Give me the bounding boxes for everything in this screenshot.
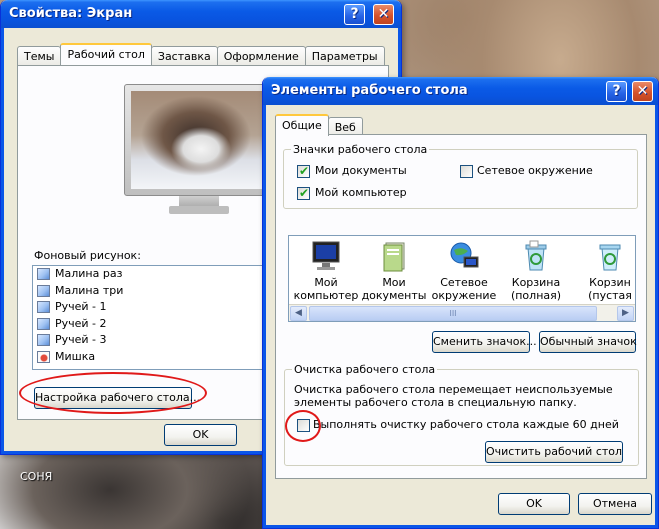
desktop-icon-label[interactable]: СОНЯ [20, 470, 52, 483]
change-icon-button[interactable]: Сменить значок... [432, 331, 537, 353]
clean-desktop-button[interactable]: Очистить рабочий стол [485, 441, 623, 463]
strip-item-my-computer[interactable]: Мой компьютер [291, 240, 361, 302]
ok-button[interactable]: OK [164, 424, 237, 446]
tab-general[interactable]: Общие [275, 114, 329, 136]
window-title: Элементы рабочего стола [271, 83, 468, 98]
desktop-items-titlebar[interactable]: Элементы рабочего стола ? ✕ [263, 77, 658, 105]
list-item[interactable]: Ручей - 1 [33, 299, 264, 316]
group-legend: Очистка рабочего стола [292, 363, 438, 376]
icon-strip[interactable]: Мой компьютер Мои документы Сетевое окру… [288, 235, 636, 322]
monitor-preview [124, 84, 274, 214]
my-documents-label: Мои документы [315, 164, 407, 177]
close-button[interactable]: ✕ [632, 81, 653, 102]
display-properties-titlebar[interactable]: Свойства: Экран ? ✕ [1, 0, 401, 28]
monitor-icon [310, 240, 342, 272]
strip-item-recycle-empty[interactable]: Корзин (пустая [575, 240, 635, 302]
recycle-bin-full-icon [520, 240, 552, 272]
window-title: Свойства: Экран [9, 6, 133, 21]
list-item[interactable]: Малина три [33, 283, 264, 300]
tab-settings[interactable]: Параметры [304, 46, 385, 65]
folder-icon [378, 240, 410, 272]
help-button[interactable]: ? [344, 4, 365, 25]
wallpaper-preview [131, 91, 267, 189]
cancel-button[interactable]: Отмена [578, 493, 652, 515]
horizontal-scrollbar[interactable]: ◀ III ▶ [289, 304, 635, 321]
background-listbox[interactable]: Малина раз Малина три Ручей - 1 Ручей - … [32, 265, 265, 370]
desktop-icons-group: Значки рабочего стола [283, 143, 638, 209]
tab-themes[interactable]: Темы [17, 46, 62, 65]
network-label: Сетевое окружение [477, 164, 593, 177]
cleanup-description: Очистка рабочего стола перемещает неиспо… [294, 383, 613, 409]
strip-item-recycle-full[interactable]: Корзина (полная) [501, 240, 571, 302]
recycle-bin-empty-icon [594, 240, 626, 272]
scroll-left-button[interactable]: ◀ [290, 306, 307, 321]
customize-desktop-button[interactable]: Настройка рабочего стола... [34, 387, 200, 409]
cleanup-60-days-checkbox[interactable] [297, 419, 310, 432]
image-file-icon [37, 268, 50, 280]
cleanup-60-days-label: Выполнять очистку рабочего стола каждые … [313, 418, 619, 431]
list-item[interactable]: Ручей - 3 [33, 332, 264, 349]
tab-screensaver[interactable]: Заставка [150, 46, 218, 65]
image-file-icon [37, 317, 50, 330]
display-tabs: Темы Рабочий стол Заставка Оформление Па… [17, 43, 385, 65]
default-icon-button[interactable]: Обычный значок [539, 331, 637, 353]
image-file-icon [37, 334, 50, 346]
tab-desktop[interactable]: Рабочий стол [60, 43, 152, 65]
my-computer-label: Мой компьютер [315, 186, 407, 199]
list-item[interactable]: Ручей - 2 [33, 316, 264, 333]
strip-item-network[interactable]: Сетевое окружение [429, 240, 499, 302]
image-file-icon [37, 284, 50, 297]
help-button[interactable]: ? [606, 81, 627, 102]
tab-appearance[interactable]: Оформление [216, 46, 306, 65]
list-item[interactable]: Малина раз [33, 266, 264, 283]
my-computer-checkbox[interactable] [297, 186, 310, 200]
ok-button[interactable]: OK [498, 493, 570, 515]
list-item-selected[interactable]: Мишка [33, 349, 264, 366]
strip-item-my-documents[interactable]: Мои документы [359, 240, 429, 302]
image-file-icon [37, 350, 50, 363]
network-checkbox[interactable] [460, 165, 473, 178]
group-legend: Значки рабочего стола [291, 143, 430, 156]
my-documents-checkbox[interactable] [297, 164, 310, 178]
close-button[interactable]: ✕ [373, 4, 394, 25]
background-label: Фоновый рисунок: [34, 249, 141, 262]
network-icon [448, 240, 480, 272]
image-file-icon [37, 301, 50, 313]
scroll-right-button[interactable]: ▶ [617, 306, 634, 321]
scroll-thumb[interactable]: III [309, 306, 597, 321]
